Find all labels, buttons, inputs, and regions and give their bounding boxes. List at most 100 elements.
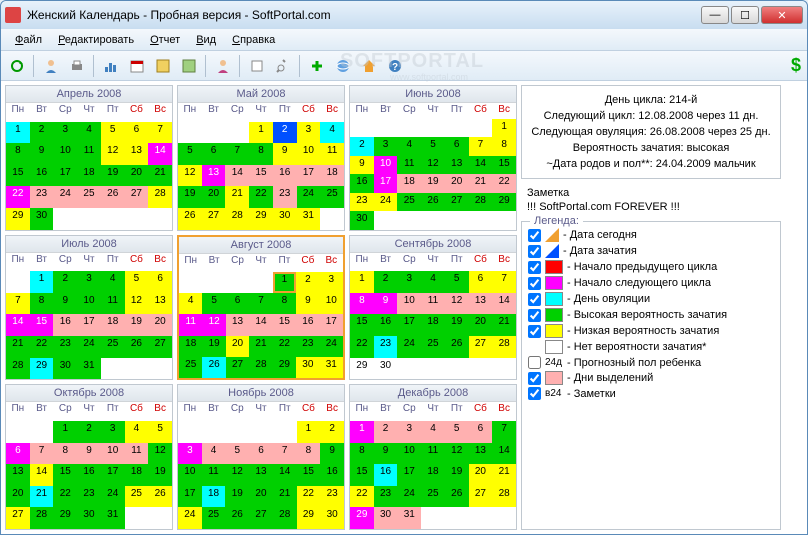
day-cell[interactable]: 7 — [249, 293, 272, 314]
day-cell[interactable]: 2 — [77, 421, 101, 443]
day-cell[interactable]: 23 — [77, 486, 101, 508]
legend-checkbox[interactable] — [528, 229, 541, 242]
day-cell[interactable]: 8 — [249, 143, 273, 165]
day-cell[interactable] — [249, 272, 272, 293]
day-cell[interactable]: 26 — [202, 357, 225, 378]
day-cell[interactable]: 20 — [249, 486, 273, 508]
day-cell[interactable]: 21 — [30, 486, 54, 508]
day-cell[interactable]: 8 — [350, 443, 374, 465]
day-cell[interactable]: 9 — [374, 293, 398, 315]
chart-icon[interactable] — [99, 54, 123, 78]
day-cell[interactable] — [30, 421, 54, 443]
day-cell[interactable]: 30 — [53, 358, 77, 380]
day-cell[interactable]: 14 — [469, 156, 493, 175]
day-cell[interactable]: 14 — [6, 314, 30, 336]
day-cell[interactable]: 10 — [297, 143, 321, 165]
calendar-icon[interactable] — [125, 54, 149, 78]
day-cell[interactable]: 9 — [53, 293, 77, 315]
day-cell[interactable]: 21 — [469, 174, 493, 193]
day-cell[interactable]: 24 — [178, 507, 202, 529]
menu-report[interactable]: Отчет — [142, 32, 188, 48]
day-cell[interactable]: 28 — [30, 507, 54, 529]
day-cell[interactable]: 10 — [101, 443, 125, 465]
day-cell[interactable]: 29 — [492, 193, 516, 212]
day-cell[interactable]: 12 — [202, 314, 225, 335]
day-cell[interactable]: 27 — [6, 507, 30, 529]
day-cell[interactable]: 17 — [397, 314, 421, 336]
day-cell[interactable]: 21 — [492, 314, 516, 336]
day-cell[interactable]: 23 — [296, 336, 319, 357]
menu-edit[interactable]: Редактировать — [50, 32, 142, 48]
day-cell[interactable]: 20 — [202, 186, 226, 208]
day-cell[interactable]: 18 — [320, 165, 344, 187]
day-cell[interactable]: 12 — [445, 293, 469, 315]
day-cell[interactable]: 31 — [77, 358, 101, 380]
day-cell[interactable]: 6 — [445, 137, 469, 156]
day-cell[interactable]: 2 — [53, 271, 77, 293]
day-cell[interactable]: 9 — [350, 156, 374, 175]
day-cell[interactable] — [202, 421, 226, 443]
day-cell[interactable]: 16 — [296, 314, 319, 335]
day-cell[interactable]: 7 — [273, 443, 297, 465]
day-cell[interactable]: 28 — [225, 208, 249, 230]
day-cell[interactable]: 23 — [374, 336, 398, 358]
day-cell[interactable]: 13 — [125, 143, 149, 165]
day-cell[interactable]: 27 — [469, 486, 493, 508]
day-cell[interactable]: 11 — [397, 156, 421, 175]
day-cell[interactable]: 22 — [297, 486, 321, 508]
day-cell[interactable]: 25 — [421, 336, 445, 358]
day-cell[interactable]: 1 — [6, 122, 30, 144]
day-cell[interactable]: 10 — [320, 293, 343, 314]
day-cell[interactable]: 11 — [202, 464, 226, 486]
day-cell[interactable]: 18 — [125, 464, 149, 486]
day-cell[interactable]: 23 — [374, 486, 398, 508]
day-cell[interactable]: 13 — [6, 464, 30, 486]
day-cell[interactable] — [226, 272, 249, 293]
day-cell[interactable]: 12 — [445, 443, 469, 465]
day-cell[interactable]: 3 — [101, 421, 125, 443]
day-cell[interactable]: 2 — [320, 421, 344, 443]
close-button[interactable]: ✕ — [761, 6, 803, 24]
settings-icon[interactable] — [271, 54, 295, 78]
day-cell[interactable]: 1 — [297, 421, 321, 443]
day-cell[interactable]: 21 — [148, 165, 172, 187]
day-cell[interactable]: 8 — [53, 443, 77, 465]
day-cell[interactable]: 28 — [249, 357, 272, 378]
day-cell[interactable]: 27 — [249, 507, 273, 529]
day-cell[interactable]: 5 — [445, 421, 469, 443]
day-cell[interactable]: 6 — [202, 143, 226, 165]
day-cell[interactable]: 7 — [148, 122, 172, 144]
day-cell[interactable]: 3 — [178, 443, 202, 465]
day-cell[interactable]: 1 — [53, 421, 77, 443]
day-cell[interactable]: 15 — [297, 464, 321, 486]
day-cell[interactable]: 19 — [445, 464, 469, 486]
day-cell[interactable]: 2 — [350, 137, 374, 156]
day-cell[interactable]: 22 — [30, 336, 54, 358]
day-cell[interactable]: 23 — [53, 336, 77, 358]
legend-checkbox[interactable] — [528, 325, 541, 338]
day-cell[interactable]: 3 — [297, 122, 321, 144]
day-cell[interactable]: 25 — [202, 507, 226, 529]
day-cell[interactable]: 27 — [226, 357, 249, 378]
day-cell[interactable]: 29 — [6, 208, 30, 230]
day-cell[interactable]: 18 — [202, 486, 226, 508]
day-cell[interactable]: 26 — [148, 486, 172, 508]
day-cell[interactable]: 19 — [101, 165, 125, 187]
menu-file[interactable]: Файл — [7, 32, 50, 48]
day-cell[interactable]: 24 — [297, 186, 321, 208]
day-cell[interactable]: 8 — [350, 293, 374, 315]
maximize-button[interactable]: ☐ — [731, 6, 759, 24]
day-cell[interactable]: 26 — [445, 336, 469, 358]
day-cell[interactable]: 2 — [374, 421, 398, 443]
day-cell[interactable]: 13 — [202, 165, 226, 187]
day-cell[interactable]: 23 — [30, 186, 54, 208]
day-cell[interactable]: 7 — [6, 293, 30, 315]
legend-checkbox[interactable] — [528, 261, 541, 274]
day-cell[interactable]: 17 — [101, 464, 125, 486]
day-cell[interactable]: 15 — [492, 156, 516, 175]
day-cell[interactable]: 29 — [53, 507, 77, 529]
day-cell[interactable]: 5 — [178, 143, 202, 165]
day-cell[interactable] — [225, 122, 249, 144]
day-cell[interactable]: 29 — [350, 358, 374, 380]
day-cell[interactable]: 5 — [445, 271, 469, 293]
